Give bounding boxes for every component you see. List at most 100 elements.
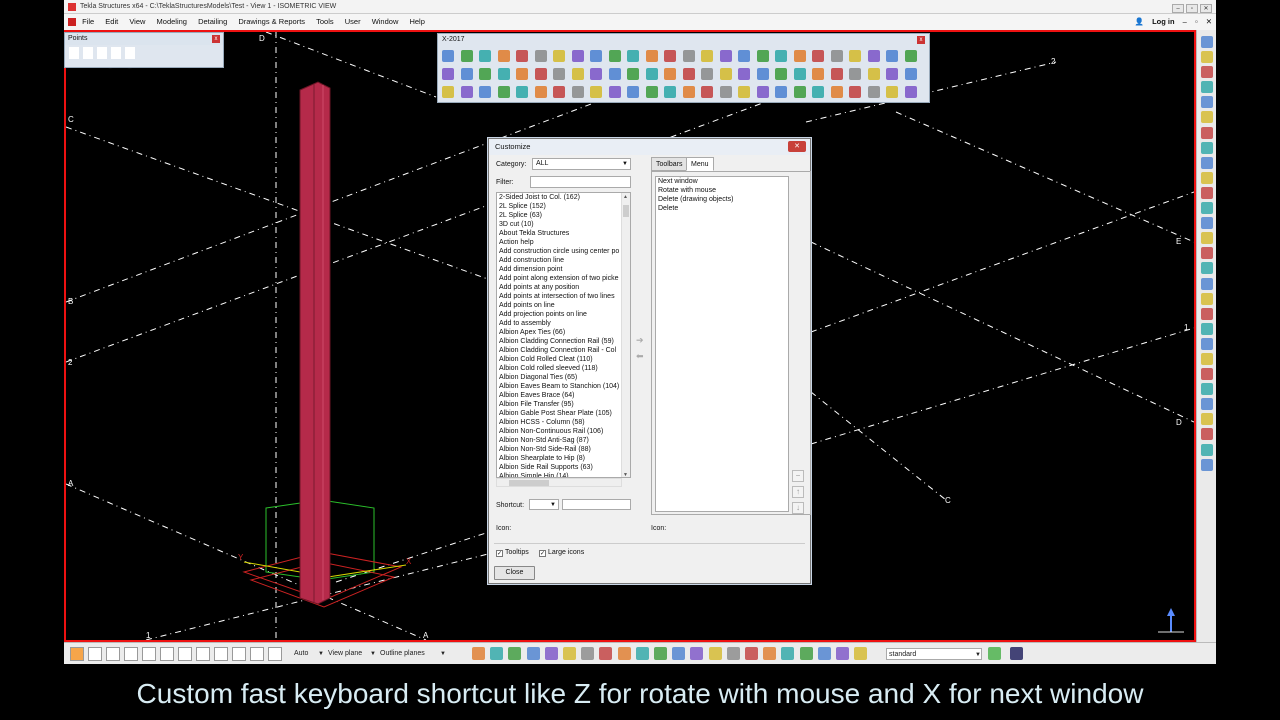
toolbar-tool-icon[interactable] (812, 50, 824, 62)
side-tool-icon[interactable] (1200, 277, 1213, 290)
selection-switch-icon[interactable] (799, 647, 813, 660)
selection-switch-icon[interactable] (526, 647, 540, 660)
toolbar-tool-icon[interactable] (460, 50, 473, 62)
toolbar-tool-icon[interactable] (645, 50, 658, 62)
snap-reference-icon[interactable] (70, 647, 84, 661)
side-tool-icon[interactable] (1200, 126, 1213, 139)
selection-switch-icon[interactable] (817, 647, 831, 660)
toolbar-tool-icon[interactable] (701, 50, 713, 62)
command-list-item[interactable]: Albion File Transfer (95) (497, 400, 630, 409)
toolbar-tool-icon[interactable] (867, 68, 880, 80)
snap-center-icon[interactable] (106, 647, 120, 661)
scroll-thumb[interactable] (623, 205, 629, 217)
remove-item-icon[interactable]: − (792, 470, 804, 482)
toolbar-tool-icon[interactable] (775, 68, 787, 80)
side-tool-icon[interactable] (1200, 443, 1213, 456)
command-list-item[interactable]: Add dimension point (497, 265, 630, 274)
scroll-up-icon[interactable]: ▲ (623, 194, 628, 200)
menu-window[interactable]: Window (372, 14, 399, 30)
toolbar-tool-icon[interactable] (830, 68, 843, 80)
snap-geometry-icon[interactable] (88, 647, 102, 661)
command-list[interactable]: 2-Sided Joist to Col. (162) 2L Splice (15… (496, 192, 631, 478)
menu-edit[interactable]: Edit (105, 14, 118, 30)
toolbar-tool-icon[interactable] (719, 50, 732, 62)
menu-detailing[interactable]: Detailing (198, 14, 227, 30)
toolbar-tool-icon[interactable] (553, 68, 565, 80)
add-point-line-icon[interactable] (83, 47, 93, 59)
toolbar-tool-icon[interactable] (627, 86, 639, 98)
add-projection-point-icon[interactable] (125, 47, 135, 59)
side-tool-icon[interactable] (1200, 322, 1213, 335)
shortcut-modifier-select[interactable]: ▼ (529, 499, 559, 510)
command-list-item[interactable]: Albion HCSS - Column (58) (497, 418, 630, 427)
app-menu-icon[interactable] (68, 18, 76, 26)
selection-switch-icon[interactable] (581, 647, 595, 660)
toolbar-tool-icon[interactable] (867, 50, 880, 62)
side-tool-icon[interactable] (1200, 262, 1213, 275)
side-tool-icon[interactable] (1200, 383, 1213, 396)
command-list-item[interactable]: Albion Eaves Beam to Stanchion (104) (497, 382, 630, 391)
side-tool-icon[interactable] (1200, 247, 1213, 260)
side-tool-icon[interactable] (1200, 337, 1213, 350)
command-list-item[interactable]: Albion Eaves Brace (64) (497, 391, 630, 400)
add-point-extension-icon[interactable] (97, 47, 107, 59)
command-list-scrollbar[interactable]: ▲ ▼ (621, 193, 630, 477)
menu-file[interactable]: File (82, 14, 94, 30)
command-list-item[interactable]: Add construction circle using center po (497, 247, 630, 256)
selection-switch-icon[interactable] (544, 647, 558, 660)
snap-any-position-icon[interactable] (178, 647, 192, 661)
selection-switch-icon[interactable] (654, 647, 667, 660)
side-tool-icon[interactable] (1200, 96, 1213, 109)
toolbar-tool-icon[interactable] (534, 50, 547, 62)
side-tool-icon[interactable] (1200, 111, 1213, 124)
selection-switch-icon[interactable] (708, 647, 722, 660)
shortcut-input[interactable] (562, 499, 631, 510)
toolbar-tool-icon[interactable] (571, 68, 584, 80)
toolbar-tool-icon[interactable] (738, 68, 750, 80)
selection-switch-icon[interactable] (635, 647, 649, 660)
toolbar-tool-icon[interactable] (904, 86, 917, 98)
toolbar-tool-icon[interactable] (645, 86, 658, 98)
move-down-icon[interactable]: ↓ (792, 502, 804, 514)
toolbar-tool-icon[interactable] (442, 68, 454, 80)
command-list-item[interactable]: Albion Cold Rolled Cleat (110) (497, 355, 630, 364)
command-list-item[interactable]: 2L Splice (152) (497, 202, 630, 211)
selection-switch-icon[interactable] (672, 647, 686, 660)
minimize-doc-icon[interactable]: – (1183, 17, 1187, 26)
toolbar-tool-icon[interactable] (497, 86, 510, 98)
add-to-menu-arrow-icon[interactable]: ➔ (636, 335, 644, 346)
x2017-toolbar-close-button[interactable]: x (917, 36, 925, 44)
selection-switch-icon[interactable] (490, 647, 504, 660)
command-list-item[interactable]: Albion Side Rail Supports (63) (497, 463, 630, 472)
toolbar-tool-icon[interactable] (812, 68, 824, 80)
side-tool-icon[interactable] (1200, 352, 1213, 365)
selection-switch-icon[interactable] (854, 647, 868, 660)
selection-switch-icon[interactable] (836, 647, 849, 660)
toolbar-tool-icon[interactable] (756, 86, 769, 98)
toolbar-tool-icon[interactable] (793, 86, 806, 98)
side-tool-icon[interactable] (1200, 141, 1213, 154)
side-tool-icon[interactable] (1200, 36, 1213, 48)
side-tool-icon[interactable] (1200, 66, 1213, 79)
customize-close-icon[interactable]: ✕ (788, 141, 806, 152)
toolbar-tool-icon[interactable] (479, 86, 491, 98)
add-point-icon[interactable] (69, 47, 79, 59)
user-icon[interactable]: 👤 (1135, 17, 1144, 26)
side-tool-icon[interactable] (1200, 156, 1213, 169)
command-list-item[interactable]: Albion Non-Std Anti-Sag (87) (497, 436, 630, 445)
command-list-item[interactable]: Add points at intersection of two lines (497, 292, 630, 301)
toolbar-tool-icon[interactable] (442, 86, 454, 98)
snap-line-icon[interactable] (232, 647, 246, 661)
menu-item-rotate-with-mouse[interactable]: Rotate with mouse (656, 186, 788, 195)
menu-drawings-reports[interactable]: Drawings & Reports (238, 14, 305, 30)
toolbar-tool-icon[interactable] (904, 50, 917, 62)
menu-tools[interactable]: Tools (316, 14, 334, 30)
hscroll-thumb[interactable] (509, 480, 549, 486)
snap-nearest-icon[interactable] (196, 647, 210, 661)
toolbar-tool-icon[interactable] (886, 86, 898, 98)
menu-view[interactable]: View (129, 14, 145, 30)
side-tool-icon[interactable] (1200, 292, 1213, 305)
command-list-item[interactable]: Add projection points on line (497, 310, 630, 319)
selection-switch-icon[interactable] (472, 647, 485, 660)
command-list-item[interactable]: Albion Non-Continuous Rail (106) (497, 427, 630, 436)
